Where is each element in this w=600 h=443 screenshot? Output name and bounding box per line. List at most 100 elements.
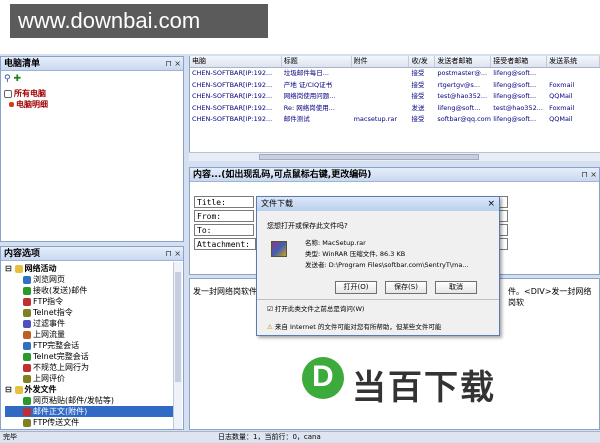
content-pin-close-icon[interactable]: ⊓ × xyxy=(582,168,598,182)
table-cell: 垃圾邮件每日... xyxy=(283,69,329,77)
type-value: WinRAR 压缩文件, 86.3 KB xyxy=(322,250,406,258)
options-item[interactable]: Telnet完整会话 xyxy=(5,351,173,362)
table-cell: CHEN-SOFTBAR[IP:192... xyxy=(192,103,273,112)
table-cell: CHEN-SOFTBAR[IP:192... xyxy=(192,92,273,100)
table-row[interactable]: CHEN-SOFTBAR[IP:192... 垃圾邮件每日... 接受 postmas… xyxy=(190,68,600,80)
options-item[interactable]: 浏览网页 xyxy=(5,274,173,285)
options-item[interactable]: 过滤事件 xyxy=(5,318,173,329)
dialog-close-icon[interactable]: × xyxy=(487,197,495,211)
table-cell: 邮件测试 xyxy=(283,115,310,123)
col-receiver[interactable]: 接受者邮箱 xyxy=(491,56,548,67)
name-value: MacSetup.rar xyxy=(322,239,366,247)
folder-icon xyxy=(14,385,23,394)
dialog-divider xyxy=(257,299,499,300)
content-header: 内容...(如出现乱码,可点鼠标右键,更改编码) ⊓ × xyxy=(190,168,599,182)
computer-list-header: 电脑清单 ⊓ × xyxy=(1,57,183,71)
option-icon xyxy=(23,286,31,295)
options-item[interactable]: 接收(发送)邮件 xyxy=(5,285,173,296)
table-cell: lifeng@soft... xyxy=(493,115,537,123)
options-scrollbar[interactable] xyxy=(173,262,182,429)
option-icon xyxy=(23,418,31,427)
email-grid: 电脑 标题 附件 收/发 发送者邮箱 接受者邮箱 发送系统 CHEN-SOFTB… xyxy=(189,56,600,152)
table-cell: 网络岗使用问题... xyxy=(283,92,336,100)
dialog-file-info: 名称: MacSetup.rar 类型: WinRAR 压缩文件, 86.3 K… xyxy=(305,238,469,271)
col-system[interactable]: 发送系统 xyxy=(547,56,600,67)
option-icon xyxy=(23,297,31,306)
table-cell: 产地 证/CIQ证书 xyxy=(283,80,333,89)
options-item[interactable]: FTP指令 xyxy=(5,296,173,307)
panel-pin-close-icon[interactable]: ⊓ × xyxy=(166,57,182,71)
options-group[interactable]: ⊟ 网络活动 xyxy=(5,263,173,274)
tree-item-all-computers[interactable]: 所有电脑 xyxy=(4,88,46,99)
option-icon xyxy=(23,308,31,317)
options-item[interactable]: 网页粘贴(邮件/发帖等) xyxy=(5,395,173,406)
table-row[interactable]: CHEN-SOFTBAR[IP:192... 邮件测试 macsetup.rar 接受… xyxy=(190,114,600,126)
table-cell: Foxmail xyxy=(549,103,575,112)
col-sender[interactable]: 发送者邮箱 xyxy=(435,56,492,67)
dialog-question: 您想打开或保存此文件吗? xyxy=(267,222,348,230)
shield-icon: ⚠ xyxy=(267,323,273,331)
table-cell: softbar@qq.com xyxy=(437,115,491,123)
table-cell: rtgertgv@s... xyxy=(437,80,481,89)
options-item[interactable]: 上网流量 xyxy=(5,329,173,340)
grid-header: 电脑 标题 附件 收/发 发送者邮箱 接受者邮箱 发送系统 xyxy=(190,56,600,68)
save-button[interactable]: 保存(S) xyxy=(385,281,427,294)
options-item[interactable]: 上网评价 xyxy=(5,373,173,384)
brand-logo-letter: D xyxy=(312,360,334,393)
table-row[interactable]: CHEN-SOFTBAR[IP:192... Re: 网络岗使用... 发送 life… xyxy=(190,103,600,115)
checkbox-icon[interactable] xyxy=(4,89,12,98)
table-cell: CHEN-SOFTBAR[IP:192... xyxy=(192,115,273,123)
options-item[interactable]: Telnet指令 xyxy=(5,307,173,318)
col-attachment[interactable]: 附件 xyxy=(352,56,410,67)
checkbox-checked-icon[interactable]: ☑ xyxy=(267,305,273,313)
option-icon xyxy=(23,275,31,284)
grid-horizontal-scrollbar[interactable] xyxy=(189,152,600,161)
cancel-button[interactable]: 取消 xyxy=(435,281,477,294)
content-options-panel: 内容选项 ⊓ × ⊟ 网络活动 浏览网页 接收(发送)邮件 FTP指令 Telnet指令… xyxy=(0,246,184,430)
option-icon xyxy=(23,407,31,416)
table-row[interactable]: CHEN-SOFTBAR[IP:192... 网络岗使用问题... 接受 test@h… xyxy=(190,91,600,103)
options-item[interactable]: FTP传送文件 xyxy=(5,417,173,428)
find-icon[interactable]: ⚲ xyxy=(4,74,11,84)
dialog-titlebar: 文件下载 × xyxy=(257,197,499,211)
options-scrollbar-thumb[interactable] xyxy=(175,272,181,382)
scrollbar-thumb[interactable] xyxy=(259,154,479,160)
options-item[interactable]: FTP完整会话 xyxy=(5,340,173,351)
table-cell: Foxmail xyxy=(549,80,575,89)
computer-list-title: 电脑清单 xyxy=(4,59,41,69)
open-button[interactable]: 打开(O) xyxy=(335,281,377,294)
options-item[interactable]: 邮件正文(附件) xyxy=(5,406,173,417)
table-cell: 接受 xyxy=(411,80,425,89)
table-cell: lifeng@soft... xyxy=(493,92,537,100)
table-row[interactable]: CHEN-SOFTBAR[IP:192... 产地 证/CIQ证书 接受 rtgert… xyxy=(190,80,600,92)
file-download-dialog: 文件下载 × 您想打开或保存此文件吗? 名称: MacSetup.rar 类型:… xyxy=(256,196,500,336)
option-icon xyxy=(23,341,31,350)
dialog-title: 文件下载 xyxy=(261,199,293,208)
table-cell: postmaster@... xyxy=(437,69,488,77)
body-text-left: 发一封网络岗软件 xyxy=(193,287,257,296)
option-icon xyxy=(23,352,31,361)
col-title[interactable]: 标题 xyxy=(282,56,352,67)
options-item[interactable]: MSN传送文件 xyxy=(5,428,173,429)
options-item[interactable]: 不规范上网行为 xyxy=(5,362,173,373)
watermark-text: www.downbai.com xyxy=(10,4,268,38)
toolbar: ⚲ ✚ xyxy=(4,74,34,85)
option-icon xyxy=(23,330,31,339)
table-cell xyxy=(547,68,600,80)
options-pin-close-icon[interactable]: ⊓ × xyxy=(166,247,182,261)
table-cell: macsetup.rar xyxy=(353,115,398,123)
options-group[interactable]: ⊟ 外发文件 xyxy=(5,384,173,395)
dialog-warning: ⚠ 来自 Internet 的文件可能对您有所帮助，但某些文件可能 xyxy=(267,323,442,331)
options-header: 内容选项 ⊓ × xyxy=(1,247,183,261)
tree-item-computer-detail[interactable]: 电脑明细 xyxy=(9,99,48,110)
table-cell: QQMail xyxy=(549,92,573,100)
col-computer[interactable]: 电脑 xyxy=(190,56,282,67)
always-ask-checkbox[interactable]: ☑ 打开此类文件之前总是询问(W) xyxy=(267,303,364,313)
table-cell xyxy=(352,103,410,115)
col-direction[interactable]: 收/发 xyxy=(409,56,436,67)
refresh-icon[interactable]: ✚ xyxy=(13,74,21,84)
type-label: 类型: xyxy=(305,250,321,258)
table-cell xyxy=(352,68,410,80)
status-right: 日志数量：1，当前行：0，cana xyxy=(218,433,321,441)
options-title: 内容选项 xyxy=(4,249,41,259)
